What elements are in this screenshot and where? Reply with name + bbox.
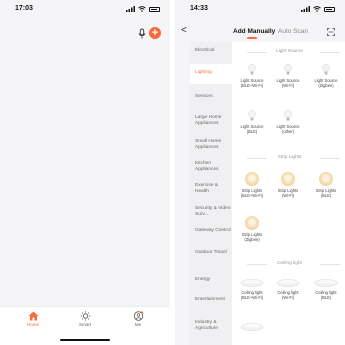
sidebar-item-industry-agriculture[interactable]: Industry & Agriculture (195, 320, 232, 331)
bulb-icon (284, 110, 292, 121)
sidebar-item-large-home-appliances[interactable]: Large Home Appliances (195, 115, 232, 126)
home-icon (28, 311, 38, 321)
status-time: 14:33 (190, 5, 208, 12)
sidebar-item-gateway-control[interactable]: Gateway Control (195, 228, 231, 234)
wifi-icon (313, 6, 321, 12)
bulb-icon (322, 64, 330, 75)
device-ceiling-light-wifi[interactable]: Ceiling light (Wi-Fi) (272, 278, 304, 300)
device-protocol: (BLE+Wi-Fi) (240, 193, 264, 198)
device-protocol: (Wi-Fi) (281, 295, 295, 300)
device-light-source-other[interactable]: Light Source (other) (272, 110, 304, 134)
device-light-source-wifi[interactable]: Light Source (Wi-Fi) (272, 64, 304, 88)
wifi-icon (138, 6, 146, 12)
device-protocol: (BLE) (246, 129, 258, 134)
device-ceiling-light-partial[interactable] (236, 322, 268, 332)
sidebar-item-electrical[interactable]: Electrical (195, 48, 214, 54)
device-light-source-zigbee[interactable]: Light Source (Zigbee) (310, 64, 342, 88)
sidebar-item-energy[interactable]: Energy (195, 277, 210, 283)
device-strip-lights-wifi[interactable]: Strip Lights (Wi-Fi) (272, 172, 304, 198)
device-strip-lights-zigbee[interactable]: Strip Lights (Zigbee) (236, 216, 268, 242)
device-light-source-ble[interactable]: Light Source (BLE) (236, 110, 268, 134)
ceiling-light-icon (314, 279, 338, 287)
device-ceiling-light-ble[interactable]: Ceiling light (BLE) (310, 278, 342, 300)
ceiling-light-icon (276, 279, 300, 287)
home-indicator (60, 339, 110, 341)
tab-smart[interactable]: Smart (65, 311, 105, 327)
device-list: Light Source Light Source (BLE+Wi-Fi) Li… (232, 42, 345, 345)
bulb-icon (248, 64, 256, 75)
tab-auto-scan[interactable]: Auto Scan (278, 28, 308, 35)
device-protocol: (Wi-Fi) (281, 83, 295, 88)
strip-light-icon (281, 172, 295, 186)
device-protocol: (BLE) (320, 193, 332, 198)
sidebar-item-security-video[interactable]: Security & Video Surv... (195, 206, 232, 217)
device-protocol: (BLE+Wi-Fi) (240, 295, 264, 300)
device-protocol: (Zigbee) (244, 237, 260, 242)
battery-icon (324, 6, 335, 12)
add-device-screen: 14:33 < Add Manually Auto Scan Electrica… (175, 0, 345, 345)
tab-home-label: Home (26, 322, 39, 327)
tab-smart-label: Smart (78, 322, 91, 327)
sidebar-item-entertainment[interactable]: Entertainment (195, 297, 225, 303)
status-bar: 14:33 (175, 0, 345, 18)
add-device-button[interactable]: + (149, 27, 161, 39)
battery-icon (149, 6, 160, 12)
home-screen: 17:03 + Home Smart Me (0, 0, 170, 345)
sidebar-item-sensors[interactable]: Sensors (195, 94, 213, 100)
device-ceiling-light-ble-wifi[interactable]: Ceiling light (BLE+Wi-Fi) (236, 278, 268, 300)
bulb-icon (284, 64, 292, 75)
back-icon[interactable]: < (181, 25, 187, 36)
device-protocol: (Zigbee) (318, 83, 334, 88)
device-protocol: (other) (281, 129, 295, 134)
category-sidebar: Electrical Lighting Sensors Large Home A… (190, 42, 232, 345)
sidebar-item-outdoor-travel[interactable]: Outdoor Travel (195, 250, 227, 256)
strip-light-icon (245, 172, 259, 186)
status-icons (126, 5, 160, 13)
status-time: 17:03 (15, 5, 33, 12)
device-strip-lights-ble[interactable]: Strip Lights (BLE) (310, 172, 342, 198)
strip-light-icon (319, 172, 333, 186)
ceiling-light-icon (240, 323, 264, 331)
sidebar-item-lighting[interactable]: Lighting (195, 70, 212, 76)
section-header-light-source: Light Source (237, 48, 342, 56)
active-tab-indicator (247, 37, 257, 39)
status-bar: 17:03 (0, 0, 170, 18)
device-protocol: (Wi-Fi) (281, 193, 295, 198)
device-protocol: (BLE) (320, 295, 332, 300)
tab-add-manually[interactable]: Add Manually (233, 28, 275, 35)
signal-icon (301, 6, 310, 12)
sidebar-item-small-home-appliances[interactable]: Small Home Appliances (195, 139, 232, 150)
ceiling-light-icon (240, 279, 264, 287)
section-header-ceiling-light: Ceiling light (237, 260, 342, 268)
device-light-source-ble-wifi[interactable]: Light Source (BLE+Wi-Fi) (236, 64, 268, 88)
top-nav: < Add Manually Auto Scan (175, 25, 345, 41)
bottom-tab-bar: Home Smart Me (0, 306, 170, 345)
bulb-icon (248, 110, 256, 121)
sidebar-item-exercise-health[interactable]: Exercise & Health (195, 183, 232, 194)
tab-me-label: Me (134, 322, 142, 327)
profile-icon (133, 311, 143, 321)
tab-me[interactable]: Me (118, 311, 158, 327)
status-icons (301, 5, 335, 13)
microphone-icon[interactable] (137, 28, 147, 40)
tab-home[interactable]: Home (13, 311, 53, 327)
signal-icon (126, 6, 135, 12)
sidebar-item-kitchen-appliances[interactable]: Kitchen Appliances (195, 161, 232, 172)
device-strip-lights-ble-wifi[interactable]: Strip Lights (BLE+Wi-Fi) (236, 172, 268, 198)
device-protocol: (BLE+Wi-Fi) (240, 83, 264, 88)
strip-light-icon (245, 216, 259, 230)
scan-icon[interactable] (327, 28, 335, 36)
sun-icon (80, 311, 90, 321)
section-header-strip-lights: Strip Lights (237, 154, 342, 162)
